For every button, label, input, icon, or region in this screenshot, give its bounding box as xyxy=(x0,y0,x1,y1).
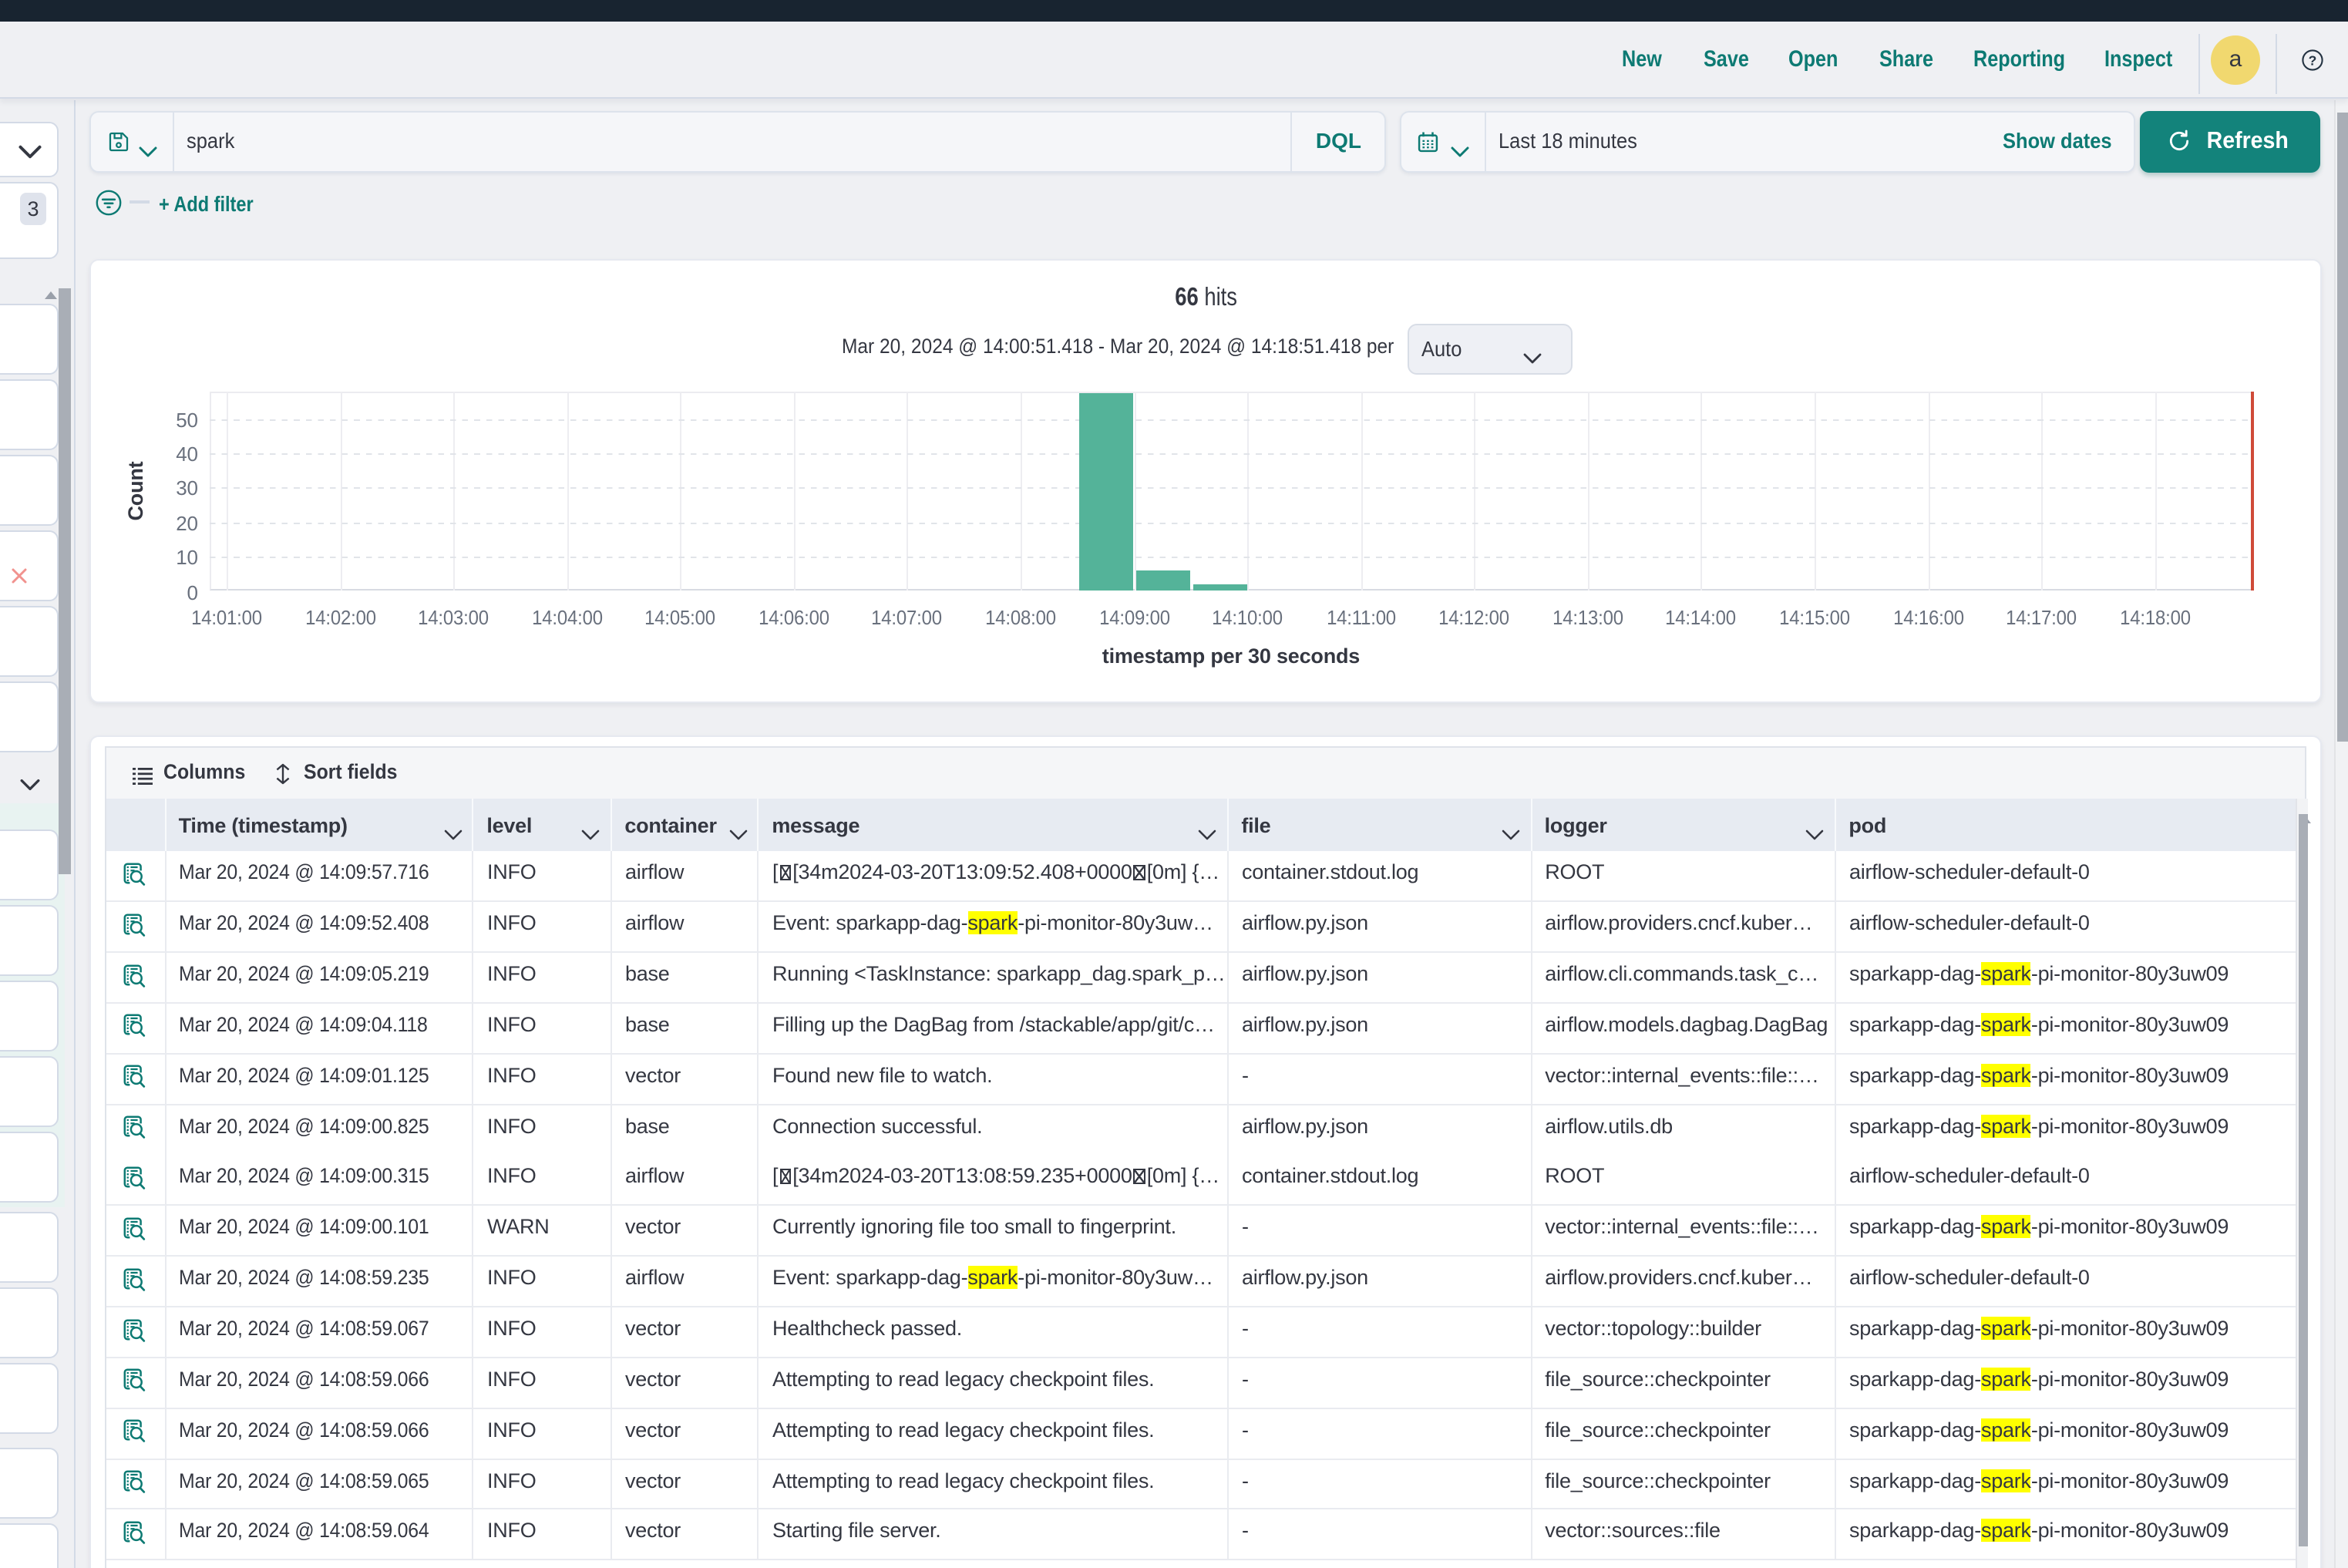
svg-text:?: ? xyxy=(2309,52,2317,67)
